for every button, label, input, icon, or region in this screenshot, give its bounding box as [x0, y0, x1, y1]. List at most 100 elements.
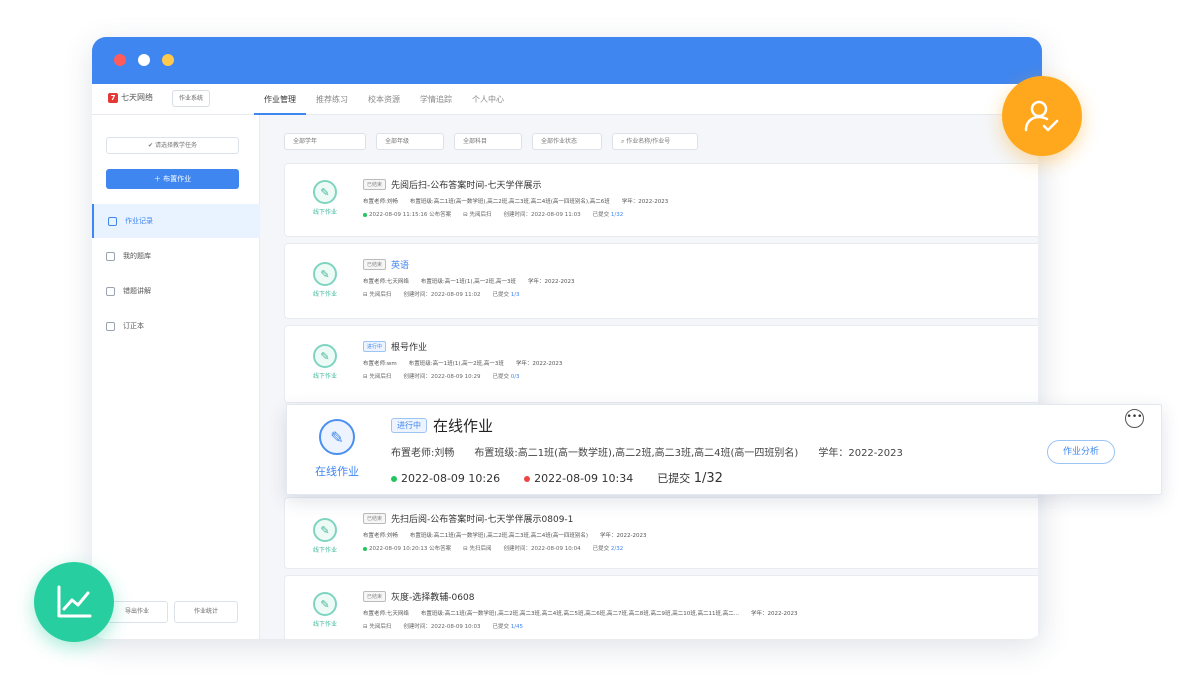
card-submitted-count[interactable]: 1/3 [511, 292, 520, 298]
homework-card[interactable]: ✎ 线下作业 已结束 先阅后扫-公布答案时间-七天学伴展示 布置老师:刘畅 布置… [284, 163, 1042, 237]
tab-personal-center[interactable]: 个人中心 [462, 84, 514, 115]
edit-document-icon: ✎ [313, 262, 337, 286]
tab-recommended-practice[interactable]: 推荐练习 [306, 84, 358, 115]
app-logo[interactable]: 7 七天网络 [108, 92, 153, 103]
status-badge: 已结束 [363, 179, 387, 190]
plus-icon: ＋ [153, 175, 164, 183]
user-check-icon [1024, 100, 1059, 132]
search-input[interactable]: ⌕ 作业名称/作业号 [612, 133, 698, 150]
card-created: 创建时间：2022-08-09 11:02 [403, 292, 481, 298]
homework-card[interactable]: ✎ 线下作业 已结束 灰度-选择教辅-0608 布置老师:七天网络 布置班级:高… [284, 575, 1042, 639]
homework-stats-button[interactable]: 作业统计 [174, 601, 238, 623]
card-title[interactable]: 根号作业 [391, 340, 427, 353]
online-edit-icon: ✎ [319, 419, 355, 455]
card-mode-text: 先阅后扫 [469, 212, 492, 218]
subject-filter[interactable]: 全部科目 [454, 133, 522, 150]
card-title[interactable]: 先阅后扫-公布答案时间-七天学伴展示 [391, 178, 542, 191]
sidebar-item-error-explanation[interactable]: 错题讲解 [92, 274, 260, 308]
card-submitted-count[interactable]: 1/32 [694, 471, 723, 486]
status-filter[interactable]: 全部作业状态 [532, 133, 602, 150]
close-window-button[interactable] [114, 54, 126, 66]
green-dot-icon [391, 475, 397, 482]
sidebar-item-correction-book[interactable]: 订正本 [92, 309, 260, 343]
homework-card[interactable]: ✎ 线下作业 已结束 英语 布置老师:七天网络 布置班级:高一1班(1),高一2… [284, 243, 1042, 319]
card-submitted-count[interactable]: 1/32 [611, 212, 623, 218]
status-badge: 已结束 [363, 259, 387, 270]
homework-card[interactable]: ✎ 线下作业 进行中 根号作业 布置老师:wm 布置班级:高一1班(1),高一2… [284, 325, 1042, 403]
more-options-icon[interactable]: ••• [1125, 409, 1144, 428]
top-navigation: 7 七天网络 作业系统 作业管理 推荐练习 校本资源 学情追踪 个人中心 [92, 84, 1042, 115]
card-title[interactable]: 先扫后阅-公布答案时间-七天学伴展示0809-1 [391, 512, 573, 525]
window-titlebar [92, 37, 1042, 84]
card-submitted-label: 已提交 [657, 472, 691, 485]
card-mode: ⊟ 先扫后阅 [463, 546, 492, 552]
card-title-row: 进行中 根号作业 [363, 340, 1033, 353]
card-type-label: 在线作业 [315, 465, 359, 478]
teaching-task-select[interactable]: ✔ 请选择教学任务 [106, 137, 239, 154]
card-year: 学年：2022-2023 [818, 448, 903, 459]
bank-icon [106, 251, 115, 261]
logo-mark-icon: 7 [108, 92, 118, 103]
school-year-filter[interactable]: 全部学年 [284, 133, 366, 150]
export-homework-button[interactable]: 导出作业 [106, 601, 168, 623]
card-mode: ⊟ 先阅后扫 [363, 374, 392, 380]
card-submitted-count[interactable]: 0/3 [511, 374, 520, 380]
card-type-label: 线下作业 [312, 209, 337, 216]
homework-card[interactable]: ✎ 线下作业 已结束 先扫后阅-公布答案时间-七天学伴展示0809-1 布置老师… [284, 497, 1042, 569]
homework-analysis-button[interactable]: 作业分析 [1047, 440, 1115, 464]
card-type: ✎ 线下作业 [305, 344, 345, 380]
card-submitted-count[interactable]: 1/45 [511, 624, 523, 630]
assign-homework-button[interactable]: ＋ 布置作业 [106, 169, 239, 189]
stage: 7 七天网络 作业系统 作业管理 推荐练习 校本资源 学情追踪 个人中心 ✔ 请… [0, 0, 1188, 682]
card-classes: 布置班级:高二1班(高一数学班),高二2班,高二3班,高二4班(高一四班别名),… [409, 199, 610, 205]
tab-homework-management[interactable]: 作业管理 [254, 84, 306, 115]
card-meta-secondary: ⊟ 先阅后扫 创建时间：2022-08-09 11:02 已提交 1/3 [363, 290, 1033, 298]
card-submitted: 已提交 2/32 [593, 544, 624, 552]
card-type-label: 线下作业 [312, 621, 337, 628]
green-dot-icon [363, 546, 367, 551]
scrollbar[interactable] [1038, 115, 1042, 639]
tab-learning-tracking[interactable]: 学情追踪 [410, 84, 462, 115]
card-submitted: 已提交 1/45 [492, 622, 523, 630]
system-switch-button[interactable]: 作业系统 [172, 90, 211, 107]
edit-document-icon: ✎ [313, 344, 337, 368]
card-body: 已结束 灰度-选择教辅-0608 布置老师:七天网络 布置班级:高二1班(高一数… [363, 590, 1033, 630]
sidebar-item-label: 我的题库 [123, 252, 151, 260]
card-title[interactable]: 英语 [391, 258, 409, 271]
card-type: ✎ 线下作业 [305, 592, 345, 628]
card-year: 学年：2022-2023 [621, 199, 669, 205]
card-title[interactable]: 在线作业 [433, 415, 493, 436]
card-type: ✎ 线下作业 [305, 180, 345, 216]
sidebar-item-homework-records[interactable]: 作业记录 [92, 204, 260, 238]
status-badge: 已结束 [363, 591, 387, 602]
card-type-label: 线下作业 [312, 547, 337, 554]
card-body: 已结束 英语 布置老师:七天网络 布置班级:高一1班(1),高一2班,高一3班 … [363, 258, 1033, 298]
assign-homework-label: 布置作业 [163, 175, 192, 183]
trend-chart-badge [34, 562, 114, 642]
filter-bar: 全部学年 全部年级 全部科目 全部作业状态 ⌕ 作业名称/作业号 [284, 133, 698, 150]
sidebar-item-question-bank[interactable]: 我的题库 [92, 239, 260, 273]
grade-filter[interactable]: 全部年级 [376, 133, 444, 150]
maximize-window-button[interactable] [162, 54, 174, 66]
trend-chart-icon [57, 585, 92, 618]
card-submitted-label: 已提交 [592, 212, 610, 218]
status-badge: 已结束 [363, 513, 387, 524]
edit-document-icon: ✎ [313, 180, 337, 204]
card-mode-text: 先阅后扫 [369, 292, 392, 298]
minimize-window-button[interactable] [138, 54, 150, 66]
red-dot-icon [524, 475, 531, 482]
card-start-time: 2022-08-09 10:26 [391, 472, 500, 485]
card-meta: 布置老师:刘畅 布置班级:高二1班(高一数学班),高二2班,高二3班,高二4班(… [363, 531, 1033, 539]
card-body: 已结束 先阅后扫-公布答案时间-七天学伴展示 布置老师:刘畅 布置班级:高二1班… [363, 178, 1033, 218]
highlighted-homework-card[interactable]: ✎ 在线作业 进行中 在线作业 布置老师:刘畅 布置班级:高二1班(高一数学班)… [286, 404, 1162, 495]
card-publish: 2022-08-09 11:15:16 公布答案 [363, 210, 451, 218]
tab-school-resources[interactable]: 校本资源 [358, 84, 410, 115]
card-submitted: 已提交 1/32 [593, 210, 624, 218]
card-created: 创建时间：2022-08-09 10:04 [503, 546, 581, 552]
status-badge: 进行中 [363, 341, 387, 352]
card-submitted-count[interactable]: 2/32 [611, 546, 623, 552]
card-title[interactable]: 灰度-选择教辅-0608 [391, 590, 474, 603]
card-teacher: 布置老师:七天网络 [363, 611, 409, 617]
card-year: 学年：2022-2023 [515, 361, 563, 367]
card-title-row: 已结束 先扫后阅-公布答案时间-七天学伴展示0809-1 [363, 512, 1033, 525]
